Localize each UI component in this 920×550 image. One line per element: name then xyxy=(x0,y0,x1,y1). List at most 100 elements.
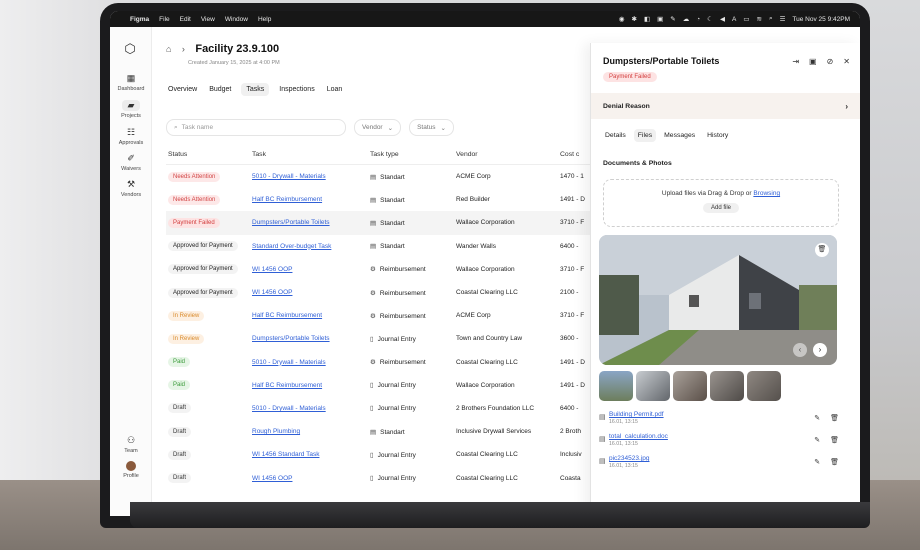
menu-edit[interactable]: Edit xyxy=(180,16,191,23)
menu-figma[interactable]: Figma xyxy=(130,16,149,23)
thumbnail[interactable] xyxy=(673,371,707,401)
tab-budget[interactable]: Budget xyxy=(207,83,233,96)
app-logo-icon[interactable]: ⬡ xyxy=(122,41,138,57)
status-badge: Needs Attention xyxy=(168,194,221,205)
task-link[interactable]: Dumpsters/Portable Toilets xyxy=(252,335,330,342)
task-link[interactable]: Half BC Reimbursement xyxy=(252,312,322,319)
tab-loan[interactable]: Loan xyxy=(325,83,345,96)
tab-messages[interactable]: Messages xyxy=(660,129,699,142)
status-icon-a[interactable]: ◧ xyxy=(644,15,650,23)
task-link[interactable]: WI 1456 Standard Task xyxy=(252,451,319,458)
clock[interactable]: Tue Nov 25 9:42PM xyxy=(792,16,850,23)
menu-file[interactable]: File xyxy=(159,16,169,23)
add-file-button[interactable]: Add file xyxy=(702,203,739,213)
trash-icon[interactable]: 🗑 xyxy=(830,414,839,422)
tab-inspections[interactable]: Inspections xyxy=(277,83,316,96)
rail-item-dashboard[interactable]: ▦ Dashboard xyxy=(110,73,152,92)
tab-history[interactable]: History xyxy=(703,129,732,142)
documents-heading: Documents & Photos xyxy=(603,160,672,167)
thumbnail[interactable] xyxy=(636,371,670,401)
status-icon-b[interactable]: ▣ xyxy=(657,15,663,23)
search-icon[interactable]: ⌕ xyxy=(769,15,773,23)
col-status[interactable]: Status xyxy=(166,151,252,158)
open-external-icon[interactable]: ⇥ xyxy=(792,57,799,66)
task-link[interactable]: WI 1456 OOP xyxy=(252,289,292,296)
stats-icon[interactable]: ◔ xyxy=(696,16,700,23)
volume-icon[interactable]: ◀ xyxy=(720,15,725,23)
rail-item-waivers[interactable]: ✐ Waivers xyxy=(110,153,152,172)
task-link[interactable]: Dumpsters/Portable Toilets xyxy=(252,219,330,226)
rail-item-vendors[interactable]: ⚒ Vendors xyxy=(110,179,152,198)
col-vendor[interactable]: Vendor xyxy=(456,151,560,158)
pen-icon[interactable]: ✎ xyxy=(670,15,675,23)
menu-help[interactable]: Help xyxy=(258,16,271,23)
home-icon[interactable]: ⌂ xyxy=(166,44,171,54)
task-link[interactable]: Standard Over-budget Task xyxy=(252,243,331,250)
task-link[interactable]: 5010 - Drywall - Materials xyxy=(252,359,326,366)
task-link[interactable]: Half BC Reimbursement xyxy=(252,196,322,203)
edit-icon[interactable]: ✎ xyxy=(814,414,820,422)
rail-item-projects[interactable]: ▰ Projects xyxy=(110,100,152,119)
task-link[interactable]: 5010 - Drywall - Materials xyxy=(252,173,326,180)
close-icon[interactable]: ✕ xyxy=(843,57,850,66)
save-icon[interactable]: ▣ xyxy=(809,57,817,66)
task-link[interactable]: WI 1456 OOP xyxy=(252,266,292,273)
edit-icon[interactable]: ✎ xyxy=(814,458,820,466)
record-icon[interactable]: ◉ xyxy=(619,15,625,23)
vendor-dropdown[interactable]: Vendor ⌄ xyxy=(354,119,402,136)
col-task-type[interactable]: Task type xyxy=(370,151,456,158)
control-center-icon[interactable]: ☰ xyxy=(780,15,786,23)
file-name-link[interactable]: pic234523.jpg xyxy=(609,455,849,462)
denial-reason-row[interactable]: Denial Reason › xyxy=(591,93,860,119)
edit-icon[interactable]: ✎ xyxy=(814,436,820,444)
status-cell: In Review xyxy=(166,310,252,321)
battery-icon[interactable]: ▭ xyxy=(743,15,749,23)
trash-icon[interactable]: 🗑 xyxy=(830,436,839,444)
task-link[interactable]: 5010 - Drywall - Materials xyxy=(252,405,326,412)
tab-tasks[interactable]: Tasks xyxy=(241,83,270,96)
task-link[interactable]: WI 1456 OOP xyxy=(252,475,292,482)
moon-icon[interactable]: ☾ xyxy=(707,15,713,23)
screen: Figma File Edit View Window Help ◉ ✱ ◧ ▣… xyxy=(110,11,860,516)
file-name-link[interactable]: Building Permit.pdf xyxy=(609,411,849,418)
wifi-icon[interactable]: ≋ xyxy=(757,15,762,23)
status-cell: Needs Attention xyxy=(166,171,252,182)
block-icon[interactable]: ⊘ xyxy=(827,57,834,66)
status-dropdown[interactable]: Status ⌄ xyxy=(409,119,454,136)
cloud-icon[interactable]: ☁ xyxy=(683,15,690,23)
chevron-down-icon: ⌄ xyxy=(440,124,446,132)
task-cell: Rough Plumbing xyxy=(252,428,370,435)
upload-dropzone[interactable]: Upload files via Drag & Drop or Browsing… xyxy=(603,179,839,227)
thumbnail[interactable] xyxy=(599,371,633,401)
rail-item-profile[interactable]: Profile xyxy=(110,461,152,479)
trash-icon[interactable]: 🗑 xyxy=(830,458,839,466)
status-badge: Draft xyxy=(168,426,192,437)
keyboard-icon[interactable]: A xyxy=(732,16,736,23)
menu-window[interactable]: Window xyxy=(225,16,248,23)
settings-icon[interactable]: ✱ xyxy=(632,15,637,23)
tab-overview[interactable]: Overview xyxy=(166,83,199,96)
menu-view[interactable]: View xyxy=(201,16,215,23)
tab-details[interactable]: Details xyxy=(601,129,630,142)
tab-files[interactable]: Files xyxy=(633,129,657,142)
laptop-frame: Figma File Edit View Window Help ◉ ✱ ◧ ▣… xyxy=(100,3,870,528)
rail-item-team[interactable]: ⚇ Team xyxy=(110,435,152,454)
task-type-icon: ▤ xyxy=(370,219,377,227)
next-photo-icon[interactable]: › xyxy=(813,343,827,357)
rail-item-approvals[interactable]: ☷ Approvals xyxy=(110,127,152,146)
status-badge: In Review xyxy=(168,310,205,321)
task-link[interactable]: Half BC Reimbursement xyxy=(252,382,322,389)
vendor-cell: Red Builder xyxy=(456,196,490,204)
task-type-label: Journal Entry xyxy=(377,475,416,483)
thumbnail[interactable] xyxy=(747,371,781,401)
task-link[interactable]: Rough Plumbing xyxy=(252,428,300,435)
file-name-link[interactable]: total_calculation.doc xyxy=(609,433,849,440)
delete-photo-icon[interactable]: 🗑 xyxy=(815,243,829,257)
col-task[interactable]: Task xyxy=(252,151,370,158)
prev-photo-icon[interactable]: ‹ xyxy=(793,343,807,357)
thumbnail[interactable] xyxy=(710,371,744,401)
task-type-icon: ▤ xyxy=(370,243,377,251)
search-input[interactable]: ⌕ Task name xyxy=(166,119,346,136)
photo-preview[interactable]: 🗑 ‹ › xyxy=(599,235,837,365)
browse-link[interactable]: Browsing xyxy=(753,190,780,197)
